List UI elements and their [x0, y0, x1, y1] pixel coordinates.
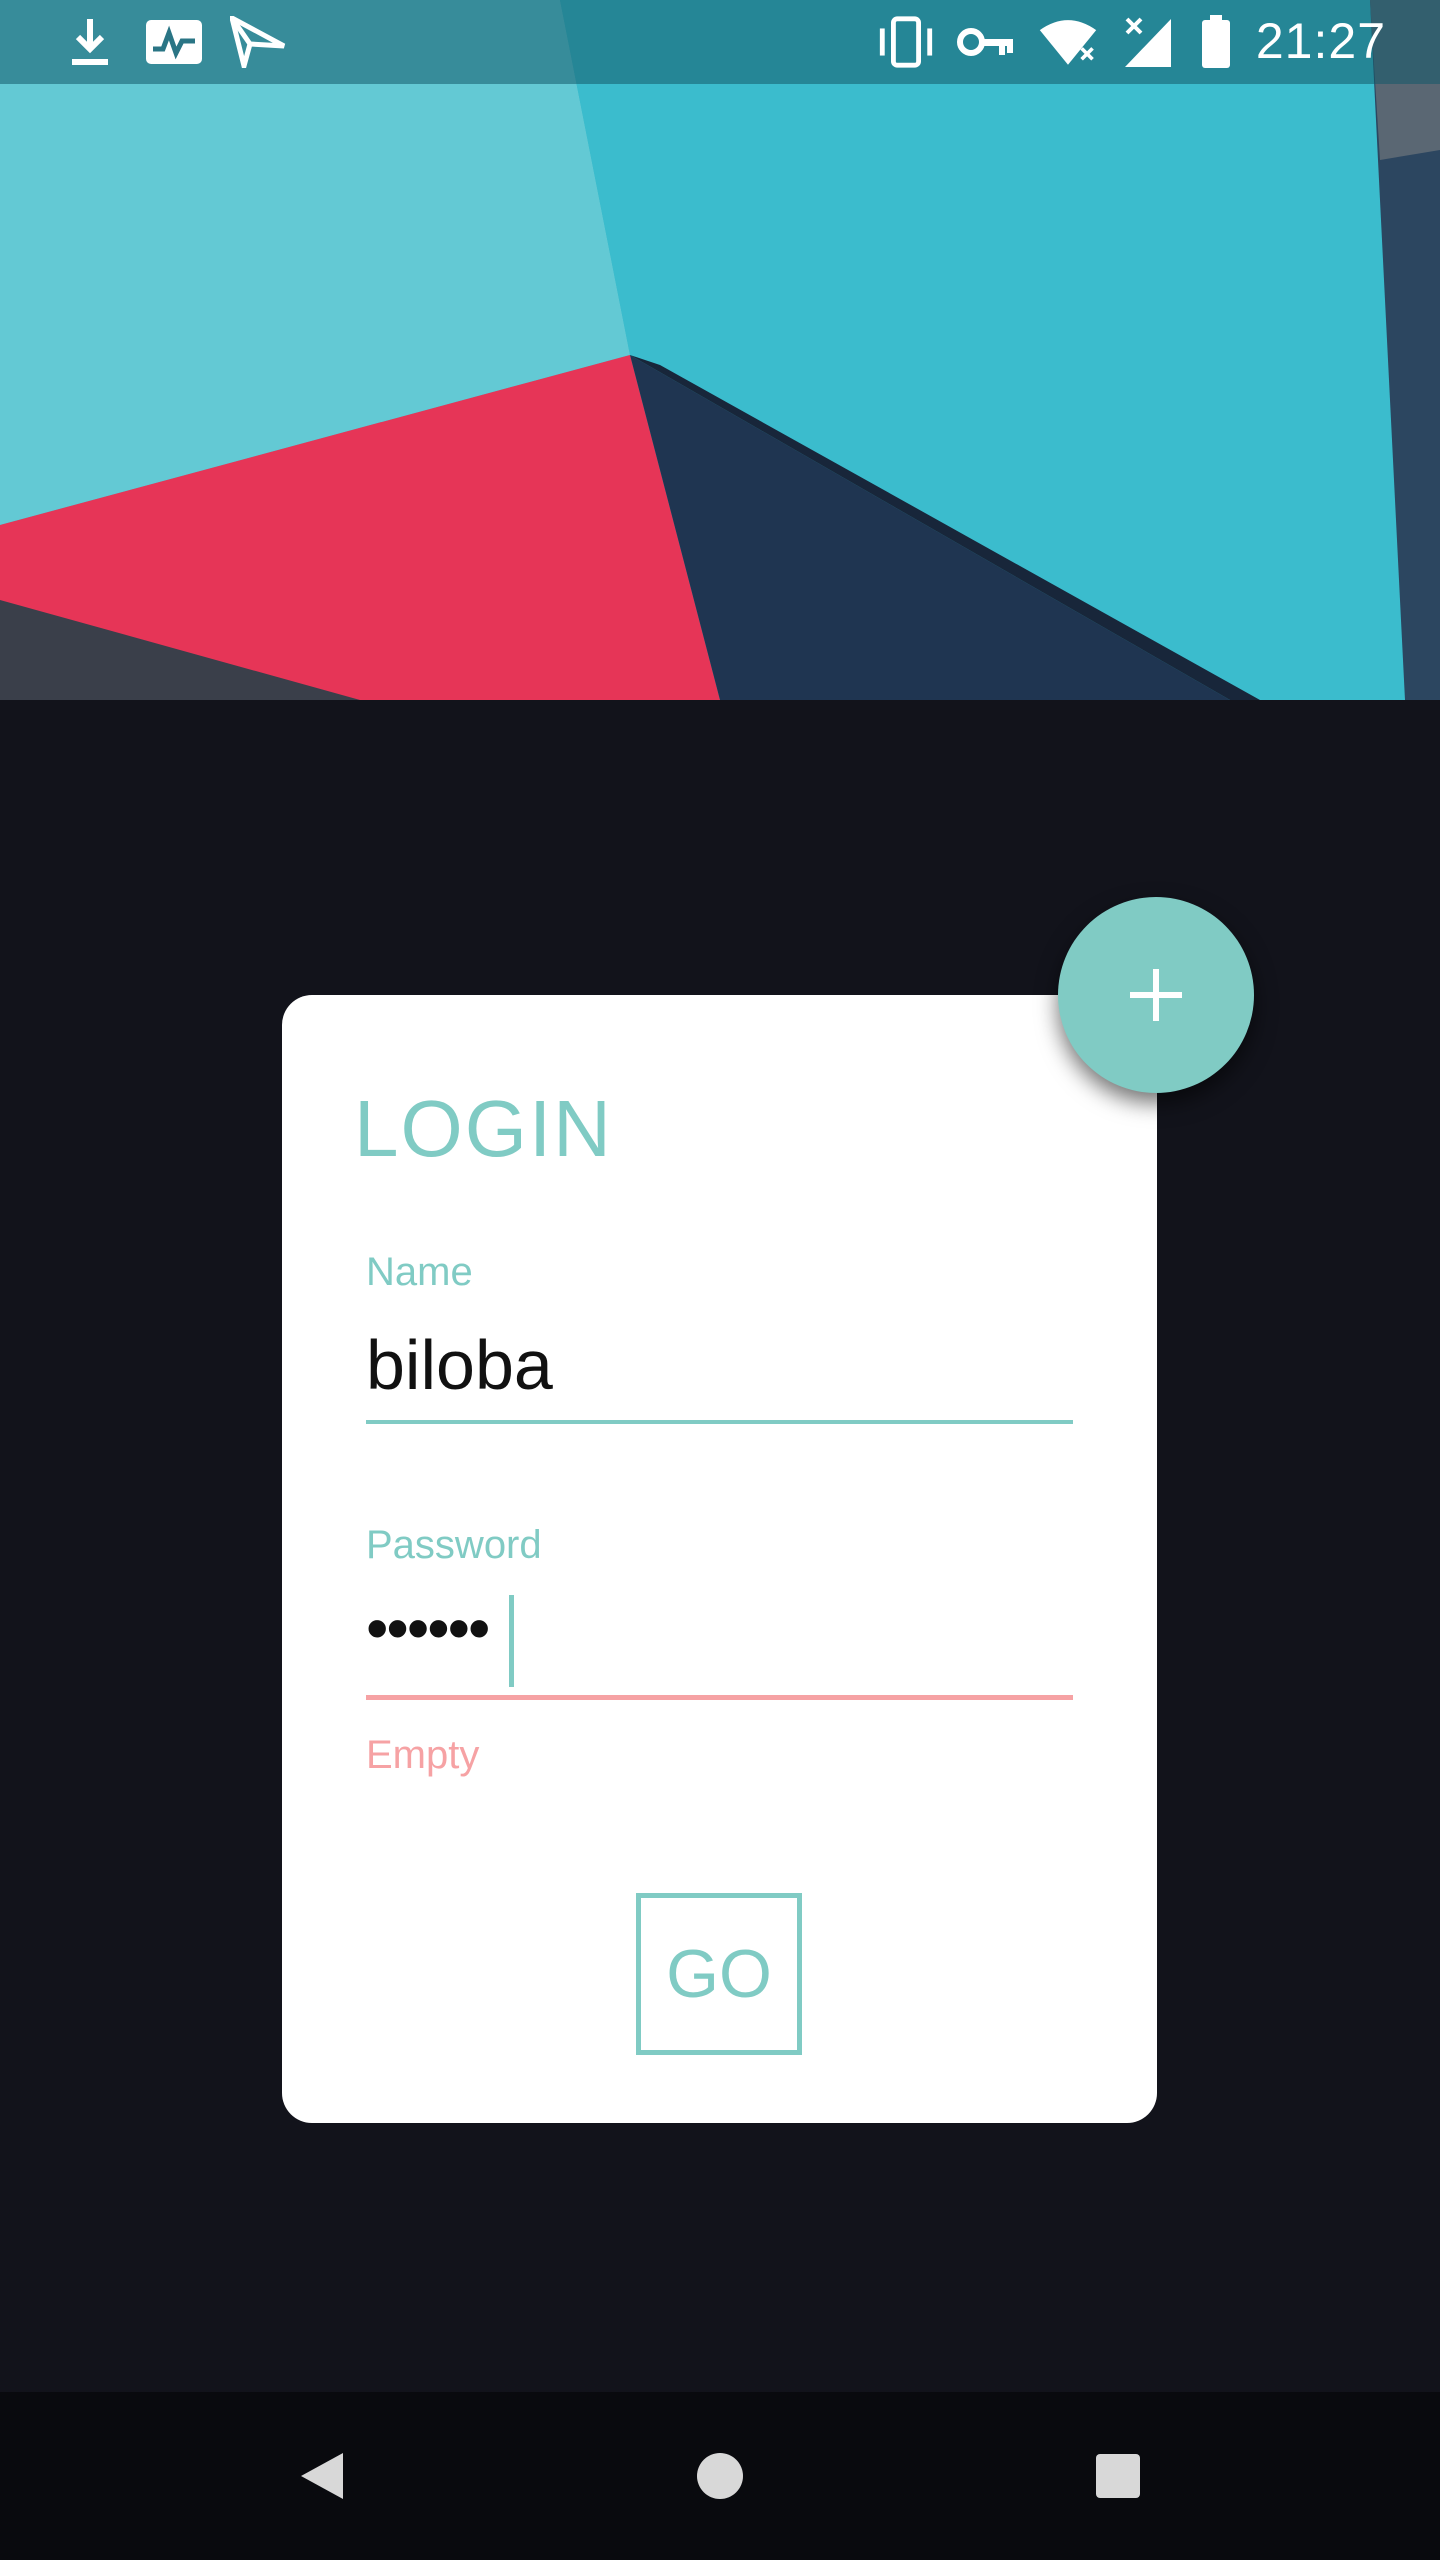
wifi-off-icon — [1038, 14, 1098, 70]
header-wallpaper — [0, 0, 1440, 700]
login-title: LOGIN — [354, 1084, 613, 1173]
download-icon — [60, 14, 120, 70]
signal-off-icon — [1118, 14, 1178, 70]
name-field[interactable]: biloba — [366, 1325, 553, 1405]
password-error-text: Empty — [366, 1733, 480, 1777]
recents-icon — [1096, 2454, 1140, 2498]
password-field-underline — [366, 1695, 1073, 1700]
send-icon — [228, 14, 288, 70]
back-icon — [301, 2453, 343, 2499]
battery-icon — [1186, 14, 1246, 70]
status-time: 21:27 — [1255, 13, 1386, 69]
plus-icon — [1130, 969, 1182, 1021]
activity-image-icon — [144, 14, 204, 70]
vibrate-icon — [876, 14, 936, 70]
status-bar: 21:27 — [0, 0, 1440, 84]
home-button[interactable] — [680, 2436, 760, 2516]
home-icon — [697, 2453, 743, 2499]
text-caret — [509, 1595, 514, 1687]
navigation-bar — [0, 2392, 1440, 2560]
vpn-key-icon — [956, 14, 1016, 70]
login-card: LOGIN Name biloba Password •••••• Empty … — [282, 995, 1157, 2123]
recents-button[interactable] — [1078, 2436, 1158, 2516]
go-button[interactable]: GO — [636, 1893, 802, 2055]
app-screen: 21:27 LOGIN Name biloba Password •••••• … — [0, 0, 1440, 2560]
back-button[interactable] — [282, 2436, 362, 2516]
name-field-underline — [366, 1420, 1073, 1424]
password-field[interactable]: •••••• — [366, 1591, 490, 1665]
name-field-label: Name — [366, 1250, 473, 1294]
add-fab-button[interactable] — [1058, 897, 1254, 1093]
password-field-label: Password — [366, 1523, 542, 1567]
